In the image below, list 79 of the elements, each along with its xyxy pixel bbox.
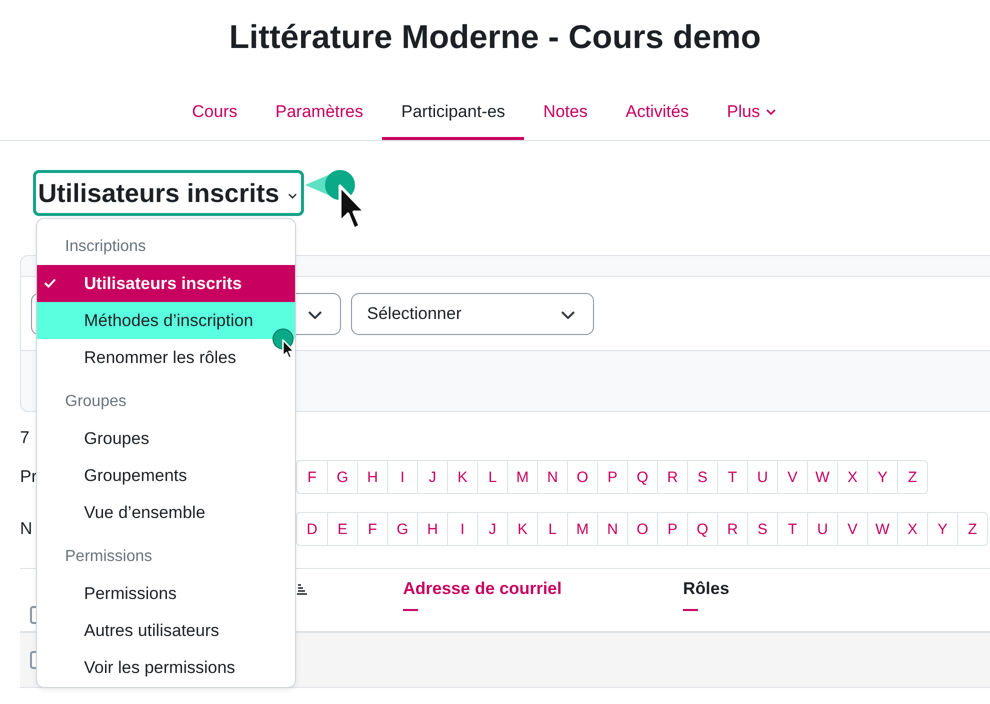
menu-section-heading: Groupes — [64, 392, 128, 412]
dash-icon — [403, 609, 418, 611]
letter-link[interactable]: O — [627, 513, 657, 545]
letter-link[interactable]: I — [447, 513, 477, 545]
menu-item[interactable]: Autres utilisateurs — [37, 612, 295, 649]
letter-link[interactable]: W — [807, 461, 837, 493]
nav-tab[interactable]: Paramètres — [256, 60, 382, 140]
letter-link[interactable]: T — [717, 461, 747, 493]
letter-link[interactable]: J — [417, 461, 447, 493]
nav-tab[interactable]: Notes — [524, 60, 607, 140]
letter-link[interactable]: P — [597, 461, 627, 493]
letter-link[interactable]: Q — [687, 513, 717, 545]
letter-link[interactable]: N — [537, 461, 567, 493]
menu-item[interactable]: Utilisateurs inscrits — [37, 265, 295, 302]
menu-item[interactable]: Vue d’ensemble — [37, 494, 295, 531]
nav-tab[interactable]: Plus — [708, 60, 795, 140]
chevron-icon — [561, 310, 575, 318]
menu-section-heading: Permissions — [64, 547, 154, 567]
letter-link[interactable]: X — [837, 461, 867, 493]
letter-link[interactable]: S — [747, 513, 777, 545]
nav-tab[interactable]: Cours — [173, 60, 256, 140]
letter-link[interactable]: W — [867, 513, 897, 545]
letter-link[interactable]: M — [507, 461, 537, 493]
letter-link[interactable]: L — [477, 461, 507, 493]
menu-item[interactable]: Groupements — [37, 457, 295, 494]
letter-link[interactable]: U — [807, 513, 837, 545]
letter-link[interactable]: U — [747, 461, 777, 493]
letter-link[interactable]: N — [597, 513, 627, 545]
letter-link[interactable]: X — [897, 513, 927, 545]
chevron-icon — [308, 310, 322, 318]
letter-link[interactable]: K — [507, 513, 537, 545]
letter-link[interactable]: F — [297, 461, 327, 493]
caret-icon — [766, 109, 776, 115]
sort-icon[interactable] — [297, 583, 307, 595]
letter-link[interactable]: Y — [867, 461, 897, 493]
dash-icon — [683, 609, 698, 611]
nav-tab[interactable]: Activités — [606, 60, 708, 140]
letter-link[interactable]: G — [387, 513, 417, 545]
view-selector[interactable]: Utilisateurs inscrits — [33, 170, 304, 216]
select-field[interactable]: Sélectionner — [351, 292, 594, 334]
filter-label: Pr — [20, 467, 37, 486]
check-icon — [44, 278, 56, 288]
menu-item[interactable]: Méthodes d’inscription — [37, 302, 295, 339]
filter-label: N — [20, 519, 32, 538]
menu-item[interactable]: Renommer les rôles — [37, 339, 295, 376]
letter-link[interactable]: Y — [927, 513, 957, 545]
letter-link[interactable]: H — [417, 513, 447, 545]
nav-tab[interactable]: Participant-es — [382, 60, 524, 140]
letter-link[interactable]: V — [837, 513, 867, 545]
letter-link[interactable]: Q — [627, 461, 657, 493]
menu-item[interactable]: Voir les permissions — [37, 649, 295, 686]
letter-link[interactable]: V — [777, 461, 807, 493]
view-selector-label: Utilisateurs inscrits — [38, 178, 280, 208]
caret-icon — [288, 193, 298, 199]
letter-link[interactable]: Z — [897, 461, 927, 493]
letter-link[interactable]: P — [657, 513, 687, 545]
letter-link[interactable]: O — [567, 461, 597, 493]
letter-link[interactable]: J — [477, 513, 507, 545]
letter-link[interactable]: Z — [957, 513, 987, 545]
letter-link[interactable]: K — [447, 461, 477, 493]
letter-link[interactable]: T — [777, 513, 807, 545]
letter-link[interactable]: F — [357, 513, 387, 545]
letter-link[interactable]: S — [687, 461, 717, 493]
letter-link[interactable]: H — [357, 461, 387, 493]
letter-link[interactable]: I — [387, 461, 417, 493]
column-header-link[interactable]: Adresse de courriel — [403, 579, 683, 599]
participant-count: 7 — [20, 427, 30, 449]
letter-link[interactable]: R — [717, 513, 747, 545]
menu-item[interactable]: Groupes — [37, 420, 295, 457]
letter-link[interactable]: D — [297, 513, 327, 545]
letter-link[interactable]: E — [327, 513, 357, 545]
column-header: Rôles — [683, 579, 730, 599]
letter-link[interactable]: M — [567, 513, 597, 545]
letter-link[interactable]: R — [657, 461, 687, 493]
menu-item[interactable]: Permissions — [37, 575, 295, 612]
menu-section-heading: Inscriptions — [64, 237, 147, 257]
letter-link[interactable]: L — [537, 513, 567, 545]
page-title: Littérature Moderne - Cours demo — [228, 17, 762, 57]
letter-link[interactable]: G — [327, 461, 357, 493]
